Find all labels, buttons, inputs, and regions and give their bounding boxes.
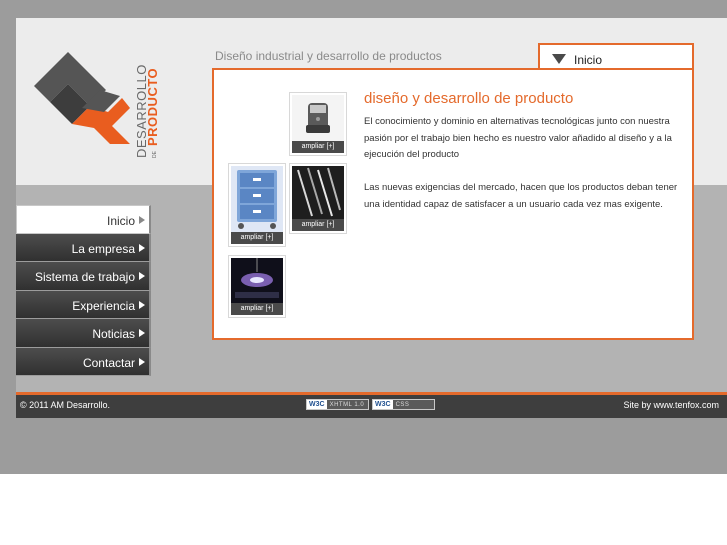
main-nav: Inicio La empresa Sistema de trabajo Exp… xyxy=(16,205,151,376)
nav-item-la-empresa[interactable]: La empresa xyxy=(16,233,151,262)
nav-item-contactar[interactable]: Contactar xyxy=(16,347,151,376)
arrow-right-icon xyxy=(139,300,145,309)
arrow-right-icon xyxy=(139,243,145,252)
nav-item-label: La empresa xyxy=(71,241,135,256)
nav-item-experiencia[interactable]: Experiencia xyxy=(16,290,151,319)
triangle-down-icon xyxy=(552,54,566,64)
thumbnail-drawers[interactable]: ampliar [+] xyxy=(228,163,286,247)
tagline: Diseño industrial y desarrollo de produc… xyxy=(215,49,442,63)
ampliar-link[interactable]: ampliar [+] xyxy=(292,219,344,231)
xhtml-badge[interactable]: W3C XHTML 1.0 xyxy=(306,399,369,410)
arrow-right-icon xyxy=(139,357,145,366)
ampliar-link[interactable]: ampliar [+] xyxy=(231,232,283,244)
logo-text-de: DE xyxy=(152,150,158,158)
nav-item-inicio[interactable]: Inicio xyxy=(16,205,151,234)
content-title: diseño y desarrollo de producto xyxy=(364,90,574,107)
thumbnail-image xyxy=(292,166,344,219)
left-strip xyxy=(0,18,16,474)
nav-item-label: Experiencia xyxy=(72,298,135,313)
nav-item-label: Noticias xyxy=(92,327,135,341)
logo-text-producto: PRODUCTO xyxy=(145,68,160,146)
nav-item-label: Sistema de trabajo xyxy=(34,270,135,284)
badge-text: CSS xyxy=(395,401,410,408)
ampliar-link[interactable]: ampliar [+] xyxy=(292,141,344,153)
thumbnail-tubes[interactable]: ampliar [+] xyxy=(289,163,347,234)
content-paragraph-2: Las nuevas exigencias del mercado, hacen… xyxy=(364,182,678,210)
ampliar-link[interactable]: ampliar [+] xyxy=(231,303,283,315)
nav-item-noticias[interactable]: Noticias xyxy=(16,319,151,348)
arrow-right-icon xyxy=(139,329,145,337)
thumbnail-printer[interactable]: ampliar [+] xyxy=(289,92,347,156)
nav-item-label: Inicio xyxy=(106,214,135,228)
thumbnail-image xyxy=(231,166,283,232)
nav-item-label: Contactar xyxy=(82,355,135,370)
thumbnail-image xyxy=(231,258,283,303)
page: DESARROLLO DE PRODUCTO Diseño industrial… xyxy=(0,0,727,545)
tab-inicio[interactable]: Inicio xyxy=(538,43,694,71)
top-band xyxy=(0,0,727,18)
badge-text: XHTML 1.0 xyxy=(329,401,365,408)
arrow-right-icon xyxy=(139,216,145,224)
thumbnail-image xyxy=(292,95,344,141)
logo[interactable]: DESARROLLO DE PRODUCTO xyxy=(30,48,170,163)
w3c-logo-icon: W3C xyxy=(307,400,327,409)
bottom-band xyxy=(0,418,727,474)
w3c-logo-icon: W3C xyxy=(373,400,393,409)
thumbnail-lamp[interactable]: ampliar [+] xyxy=(228,255,286,318)
am-logo-icon: DESARROLLO DE PRODUCTO xyxy=(34,52,160,158)
content-paragraph-1: El conocimiento y dominio en alternativa… xyxy=(364,116,672,160)
copyright-text: © 2011 AM Desarrollo. xyxy=(20,400,111,410)
tab-label: Inicio xyxy=(574,53,603,67)
site-by-link[interactable]: Site by www.tenfox.com xyxy=(623,400,719,410)
arrow-right-icon xyxy=(139,272,145,280)
nav-item-sistema-de-trabajo[interactable]: Sistema de trabajo xyxy=(16,262,151,291)
css-badge[interactable]: W3C CSS xyxy=(372,399,435,410)
